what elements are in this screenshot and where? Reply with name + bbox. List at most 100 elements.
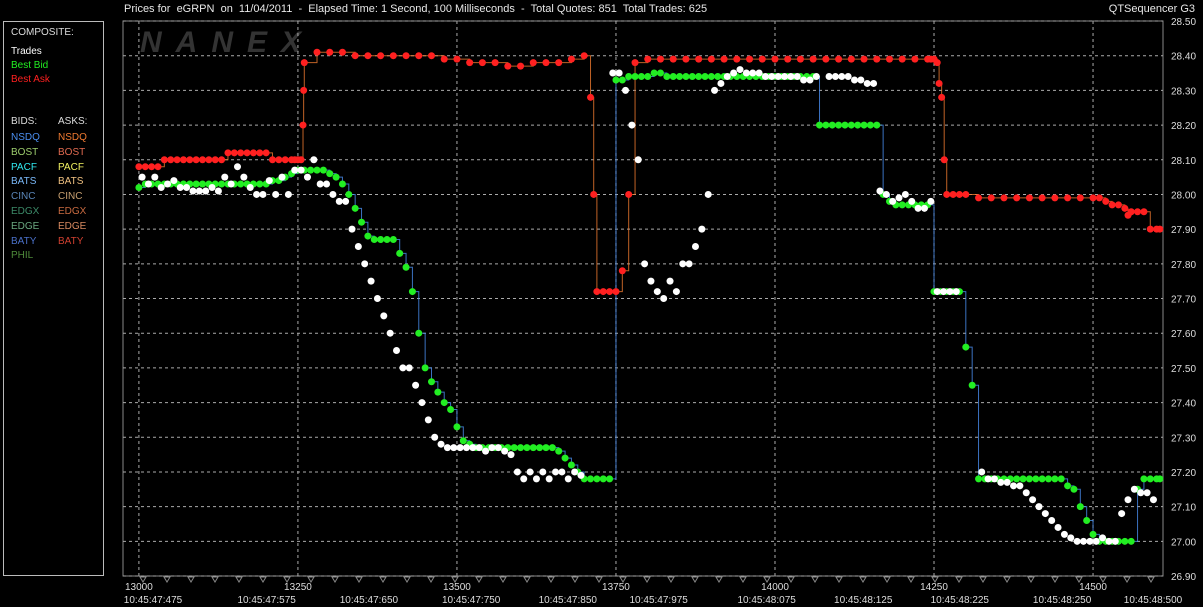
time-marker [715, 576, 723, 583]
best-bid-point [421, 364, 429, 372]
trade-point [774, 73, 782, 80]
best-ask-point [835, 55, 843, 63]
best-ask-point [1114, 201, 1122, 209]
best-ask-point [1146, 225, 1154, 233]
trade-point [399, 364, 407, 372]
y-tick-label: 27.00 [1171, 537, 1196, 548]
time-marker [187, 576, 195, 583]
trade-point [660, 295, 668, 302]
best-bid-point [542, 444, 550, 452]
best-ask-point [135, 163, 143, 171]
trade-point [291, 166, 299, 174]
best-ask-point [243, 149, 251, 157]
time-marker [955, 576, 963, 583]
time-tick-label: 10:45:47:575 [237, 595, 296, 606]
trade-point [539, 468, 547, 476]
best-bid-point [510, 444, 518, 452]
best-ask-point [179, 156, 187, 164]
time-marker [211, 576, 219, 583]
y-tick-label: 27.70 [1171, 295, 1196, 306]
best-ask-point [1108, 201, 1116, 209]
best-ask-point [822, 55, 830, 63]
best-bid-point [370, 236, 378, 244]
x-tick-label: 14500 [1079, 582, 1107, 593]
trade-point [501, 447, 509, 455]
trade-point [233, 163, 241, 171]
best-ask-point [1127, 208, 1135, 216]
trade-point [1118, 510, 1126, 518]
best-ask-point [1121, 204, 1129, 212]
price-chart: NANEX 26.90 27.00 27.10 27.20 27.30 27.40 27.50… [122, 17, 1196, 606]
best-bid-point [135, 184, 143, 191]
trade-point [253, 190, 261, 198]
best-bid-point [1146, 475, 1154, 483]
trade-point [628, 121, 636, 129]
trade-point [793, 73, 801, 80]
best-bid-point [364, 232, 372, 240]
trade-point [437, 440, 445, 448]
trade-point [297, 166, 305, 174]
best-ask-point [707, 55, 715, 63]
time-marker [979, 576, 987, 583]
trade-point [189, 187, 197, 195]
best-ask-point [1089, 194, 1097, 202]
best-bid-point [383, 236, 391, 244]
best-bid-point [688, 73, 696, 80]
best-bid-point [599, 475, 607, 483]
trade-point [507, 451, 515, 459]
trade-point [736, 66, 744, 74]
time-marker [163, 576, 171, 583]
trade-point [920, 204, 928, 212]
trade-point [1092, 537, 1100, 545]
best-ask-point [962, 190, 970, 198]
best-bid-point [447, 406, 455, 413]
best-ask-point [618, 267, 626, 275]
best-bid-point [822, 121, 830, 129]
trade-point [284, 190, 292, 198]
best-ask-point [237, 149, 245, 157]
trade-point [812, 73, 820, 80]
trade-point [787, 73, 795, 80]
best-bid-point [1156, 475, 1164, 483]
trade-point [138, 173, 146, 181]
best-ask-point [299, 121, 307, 129]
trade-point [208, 184, 216, 191]
best-ask-point [466, 59, 474, 67]
time-marker [835, 576, 843, 583]
best-bid-point [847, 121, 855, 129]
best-bid-point [682, 73, 690, 80]
trade-point [711, 86, 719, 94]
trade-point [564, 475, 572, 483]
trade-point [742, 69, 750, 77]
trade-point [1099, 534, 1107, 542]
trade-point [990, 475, 998, 483]
trade-point [685, 260, 693, 268]
trade-point [641, 260, 649, 268]
best-ask-point [1051, 194, 1059, 202]
trade-point [469, 444, 477, 452]
trade-point [373, 295, 381, 302]
best-ask-point [656, 55, 664, 63]
best-ask-point [1076, 194, 1084, 202]
best-bid-point [714, 73, 722, 80]
time-marker [403, 576, 411, 583]
best-ask-point [440, 55, 448, 63]
best-ask-point [943, 190, 951, 198]
best-bid-point [612, 76, 620, 84]
trade-point [755, 69, 763, 77]
best-bid-point [523, 444, 531, 452]
trade-point [475, 444, 483, 452]
trade-point [164, 180, 172, 188]
x-tick-label: 13250 [284, 582, 312, 593]
best-ask-point [606, 288, 614, 296]
best-ask-point [205, 156, 213, 164]
best-ask-point [160, 156, 168, 164]
best-ask-point [1038, 194, 1046, 202]
time-marker [643, 576, 651, 583]
x-tick-label: 13750 [602, 582, 630, 593]
best-bid-point [962, 343, 970, 351]
best-bid-point [860, 121, 868, 129]
time-tick-label: 10:45:47:975 [629, 595, 688, 606]
best-bid-point [256, 180, 264, 188]
best-ask-point [682, 55, 690, 63]
